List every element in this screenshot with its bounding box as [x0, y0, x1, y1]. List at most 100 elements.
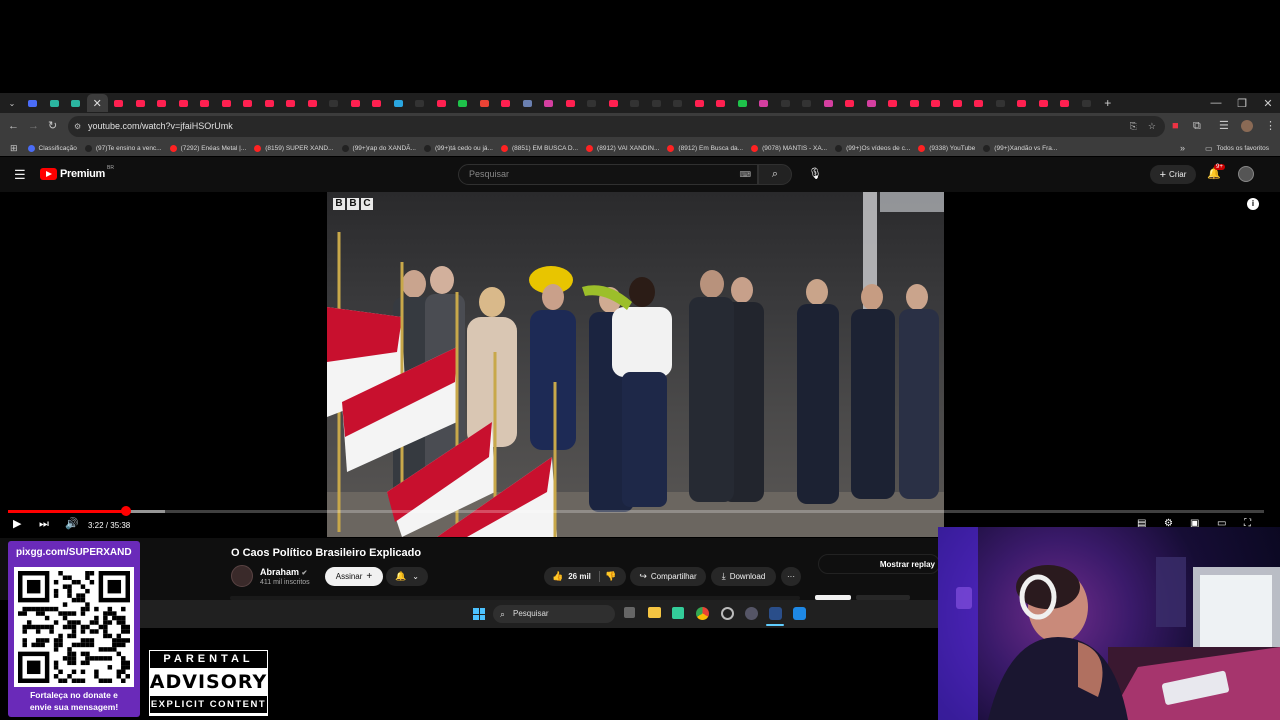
profile-avatar[interactable]: [1241, 120, 1253, 132]
browser-tab[interactable]: [947, 94, 969, 112]
browser-tab[interactable]: [818, 94, 840, 112]
next-icon[interactable]: ⏭: [39, 517, 49, 531]
browser-tab[interactable]: [517, 94, 539, 112]
store-icon[interactable]: [672, 607, 684, 619]
browser-tab[interactable]: [689, 94, 711, 112]
like-icon[interactable]: 👍: [552, 571, 563, 582]
more-bookmarks-icon[interactable]: »: [1180, 143, 1185, 153]
download-button[interactable]: ⤓ Download: [711, 567, 776, 586]
browser-tab[interactable]: [1076, 94, 1098, 112]
browser-tab[interactable]: [495, 94, 517, 112]
subscribe-button[interactable]: Assinar +: [325, 567, 383, 586]
browser-tab[interactable]: [753, 94, 775, 112]
bookmark-item[interactable]: Classificação: [27, 144, 77, 152]
youtube-logo[interactable]: Premium BR: [40, 165, 114, 180]
browser-tab[interactable]: [44, 94, 66, 112]
tab-active[interactable]: ✕: [86, 94, 108, 112]
progress-scrubber[interactable]: [121, 506, 132, 516]
browser-tab[interactable]: [581, 94, 603, 112]
browser-tab[interactable]: [968, 94, 990, 112]
chrome-icon[interactable]: [696, 607, 709, 620]
windows-start-icon[interactable]: [473, 608, 485, 620]
browser-tab[interactable]: [796, 94, 818, 112]
voice-search-icon[interactable]: 🎙: [808, 167, 822, 180]
browser-tab[interactable]: [151, 94, 173, 112]
app-blue-icon[interactable]: [793, 607, 806, 620]
volume-icon[interactable]: 🔊: [65, 517, 79, 531]
browser-tab[interactable]: [603, 94, 625, 112]
video-player[interactable]: BBC i: [0, 192, 1280, 537]
notification-pref-button[interactable]: 🔔 ⌄: [386, 567, 428, 586]
bookmark-item[interactable]: (99+)Os vídeos de c...: [835, 144, 910, 152]
browser-tab[interactable]: [775, 94, 797, 112]
dislike-icon[interactable]: 👎: [605, 571, 616, 582]
browser-tab[interactable]: [237, 94, 259, 112]
keyboard-icon[interactable]: ⌨: [739, 165, 751, 184]
browser-tab[interactable]: [108, 94, 130, 112]
browser-tab[interactable]: [667, 94, 689, 112]
channel-name[interactable]: Abraham ✔: [260, 567, 307, 577]
browser-tab[interactable]: [1011, 94, 1033, 112]
browser-tab[interactable]: [130, 94, 152, 112]
all-bookmarks-folder[interactable]: ▭ Todos os favoritos: [1205, 144, 1269, 153]
browser-tab[interactable]: [302, 94, 324, 112]
apps-grid-icon[interactable]: ⊞: [10, 143, 18, 154]
browser-tab[interactable]: [173, 94, 195, 112]
show-replay-button[interactable]: Mostrar replay: [818, 554, 940, 574]
close-window-button[interactable]: ✕: [1255, 93, 1280, 113]
browser-tab[interactable]: [194, 94, 216, 112]
minimize-button[interactable]: —: [1203, 93, 1229, 113]
browser-tab[interactable]: [925, 94, 947, 112]
reload-icon[interactable]: ↻: [48, 119, 57, 133]
steam-icon[interactable]: [769, 607, 782, 620]
like-count[interactable]: 26 mil: [568, 572, 591, 581]
browser-tab[interactable]: [323, 94, 345, 112]
browser-tab[interactable]: [861, 94, 883, 112]
browser-tab[interactable]: [1033, 94, 1055, 112]
tab-groups-icon[interactable]: ☰: [1219, 119, 1229, 133]
browser-tab[interactable]: [259, 94, 281, 112]
extensions-puzzle-icon[interactable]: ⧉: [1193, 119, 1201, 133]
forward-icon[interactable]: →: [28, 119, 39, 133]
tab-search-icon[interactable]: ⌄: [2, 94, 22, 112]
bookmark-item[interactable]: (7292) Enéas Metal |...: [169, 144, 246, 152]
maximize-button[interactable]: ❐: [1229, 93, 1255, 113]
create-button[interactable]: + Criar: [1150, 165, 1196, 184]
account-avatar[interactable]: [1238, 166, 1254, 182]
browser-tab[interactable]: [452, 94, 474, 112]
browser-tab[interactable]: [882, 94, 904, 112]
browser-tab[interactable]: [431, 94, 453, 112]
browser-tab[interactable]: [1054, 94, 1076, 112]
browser-tab[interactable]: [409, 94, 431, 112]
new-tab-button[interactable]: +: [1097, 94, 1119, 112]
video-frame[interactable]: BBC: [327, 192, 944, 537]
play-icon[interactable]: ▶: [13, 517, 21, 531]
browser-tab[interactable]: [839, 94, 861, 112]
browser-tab[interactable]: [366, 94, 388, 112]
address-bar[interactable]: ⚙ youtube.com/watch?v=jfaiHSOrUmk ⎘ ☆: [68, 116, 1165, 137]
browser-tab[interactable]: [904, 94, 926, 112]
browser-tab[interactable]: [560, 94, 582, 112]
browser-tab[interactable]: [538, 94, 560, 112]
info-icon[interactable]: i: [1247, 198, 1259, 210]
browser-tab[interactable]: [22, 94, 44, 112]
browser-tab[interactable]: [216, 94, 238, 112]
bookmark-item[interactable]: (99+)tá cedo ou já...: [423, 144, 493, 152]
hamburger-menu-icon[interactable]: ☰: [14, 167, 26, 183]
bookmark-item[interactable]: (9338) YouTube: [918, 144, 975, 152]
bookmark-item[interactable]: (8159) SUPER XAND...: [254, 144, 334, 152]
bookmark-star-icon[interactable]: ☆: [1148, 116, 1156, 137]
search-input[interactable]: Pesquisar ⌨: [458, 164, 758, 185]
browser-tab[interactable]: [388, 94, 410, 112]
channel-avatar[interactable]: [231, 565, 253, 587]
bookmark-item[interactable]: (97)Te ensino a venc...: [84, 144, 162, 152]
obs-icon[interactable]: [721, 607, 734, 620]
browser-tab[interactable]: [646, 94, 668, 112]
browser-tab[interactable]: [990, 94, 1012, 112]
extension-red-icon[interactable]: ■: [1172, 119, 1179, 133]
more-actions-button[interactable]: ···: [781, 567, 801, 586]
bookmark-item[interactable]: (8851) EM BUSCA D...: [500, 144, 578, 152]
browser-tab[interactable]: [732, 94, 754, 112]
browser-tab[interactable]: [474, 94, 496, 112]
bookmark-item[interactable]: (9078) MANTIS - XA...: [751, 144, 827, 152]
